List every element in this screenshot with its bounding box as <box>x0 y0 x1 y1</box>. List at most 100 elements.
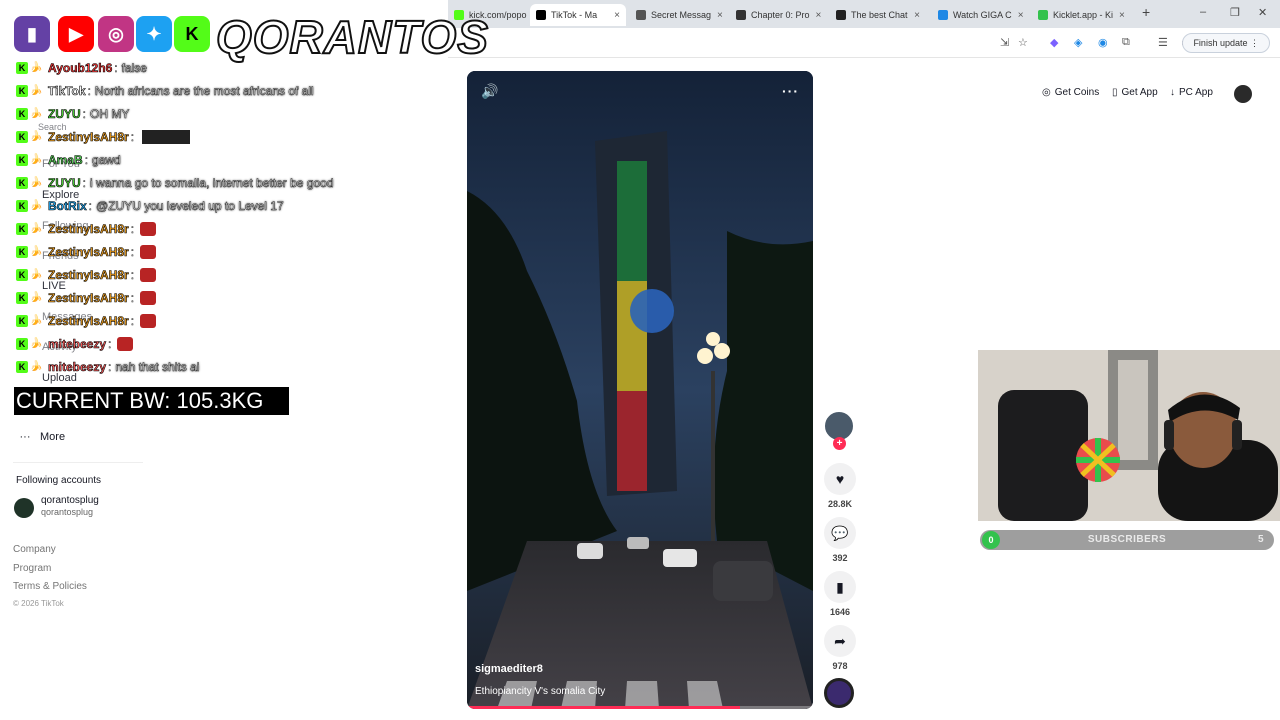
webcam-image <box>978 350 1280 521</box>
tab-favicon-icon <box>1038 10 1048 20</box>
chat-username: Ayoub12h6 <box>48 61 113 76</box>
tab-favicon-icon <box>938 10 948 20</box>
kick-badge-icon: K <box>16 292 28 304</box>
reading-list-icon[interactable]: ☰ <box>1158 36 1168 49</box>
volume-icon[interactable]: 🔊 <box>481 83 498 100</box>
browser-tab[interactable]: Secret Messag × <box>630 4 726 26</box>
comment-action[interactable]: 💬 392 <box>824 517 856 563</box>
extension-icon[interactable]: ◆ <box>1050 36 1058 49</box>
browser-toolbar: ⇲ ☆ ◆ ◈ ◉ ⧉ ☰ Finish update ⋮ <box>448 28 1280 58</box>
finish-update-label: Finish update <box>1193 38 1248 48</box>
comment-icon[interactable]: 💬 <box>824 517 856 549</box>
chat-separator: : <box>130 245 135 260</box>
tab-close-icon[interactable]: × <box>608 10 620 21</box>
like-action[interactable]: ♥ 28.8K <box>824 463 856 509</box>
divider <box>13 462 143 463</box>
tab-favicon-icon <box>536 10 546 20</box>
get-coins-button[interactable]: ◎ Get Coins <box>1042 87 1099 98</box>
emote-icon <box>140 268 157 282</box>
video-player[interactable]: 🔊 ··· sigmaediter8 Ethiopiancity V's som… <box>467 71 813 709</box>
kick-badge-icon: K <box>16 200 28 212</box>
tab-close-icon[interactable]: × <box>1012 10 1024 21</box>
emote-icon <box>140 245 157 259</box>
tab-label: Watch GIGA C <box>953 10 1012 20</box>
browser-tab[interactable]: The best Chat × <box>830 4 926 26</box>
save-action[interactable]: ▮ 1646 <box>824 571 856 617</box>
extension-icon[interactable]: ◈ <box>1074 36 1082 49</box>
chat-separator: : <box>108 337 112 352</box>
footer-link-terms[interactable]: Terms & Policies <box>13 581 87 592</box>
get-app-button[interactable]: ▯ Get App <box>1112 87 1158 98</box>
close-window-icon[interactable]: ✕ <box>1258 6 1267 19</box>
bookmark-star-icon[interactable]: ☆ <box>1018 36 1028 49</box>
video-frame-image <box>467 71 813 709</box>
kick-badge-icon: K <box>16 361 28 373</box>
bodyweight-overlay: CURRENT BW: 105.3KG <box>14 387 289 415</box>
emote-icon: 🍌 <box>30 177 43 188</box>
footer-link-program[interactable]: Program <box>13 563 51 574</box>
sidebar-item-more[interactable]: ··· More <box>18 431 66 443</box>
save-count: 1646 <box>829 607 851 617</box>
chat-message-text: @ZUYU you leveled up to Level 17 <box>96 199 284 214</box>
video-progress-bar[interactable] <box>467 706 813 709</box>
footer-link-company[interactable]: Company <box>13 544 56 555</box>
tab-close-icon[interactable]: × <box>527 10 528 21</box>
emote-icon: 🍌 <box>30 223 43 234</box>
tab-close-icon[interactable]: × <box>1113 10 1125 21</box>
emote-icon: 🍌 <box>30 108 43 119</box>
extension-icon[interactable]: ◉ <box>1098 36 1108 49</box>
chat-message: K 🍌 ZestinyIsAH8r: <box>16 288 157 308</box>
install-app-icon[interactable]: ⇲ <box>1000 36 1009 49</box>
video-author[interactable]: sigmaediter8 <box>475 663 543 675</box>
get-coins-label: Get Coins <box>1054 87 1100 98</box>
emote-icon <box>117 337 134 351</box>
chat-separator: : <box>108 360 112 375</box>
tab-label: Secret Messag <box>651 10 712 20</box>
tab-favicon-icon <box>836 10 846 20</box>
chat-username: BotRix <box>48 199 87 214</box>
emote-icon: 🍌 <box>30 292 43 303</box>
comment-count: 392 <box>832 553 848 563</box>
follow-plus-icon[interactable]: + <box>833 437 846 450</box>
coin-icon: ◎ <box>1042 87 1051 98</box>
chat-separator: : <box>130 130 135 145</box>
heart-icon[interactable]: ♥ <box>824 463 856 495</box>
finish-update-button[interactable]: Finish update ⋮ <box>1182 33 1270 53</box>
bookmark-icon[interactable]: ▮ <box>824 571 856 603</box>
youtube-icon: ▶ <box>58 16 94 52</box>
kick-badge-icon: K <box>16 246 28 258</box>
chat-username: ZestinyIsAH8r <box>48 314 129 329</box>
emote-icon: 🍌 <box>30 85 43 96</box>
more-options-icon[interactable]: ··· <box>782 83 799 99</box>
browser-tab[interactable]: Watch GIGA C × <box>932 4 1028 26</box>
emote-icon: 🍌 <box>30 62 43 73</box>
tab-close-icon[interactable]: × <box>908 10 920 21</box>
pc-app-button[interactable]: ↓ PC App <box>1170 87 1213 98</box>
share-action[interactable]: ➦ 978 <box>824 625 856 671</box>
emote-icon: 🍌 <box>30 315 43 326</box>
chat-message: K 🍌 ZUYU: i wanna go to somalia, internet b… <box>16 173 334 193</box>
share-arrow-icon[interactable]: ➦ <box>824 625 856 657</box>
chat-username: AmaB <box>48 153 83 168</box>
profile-avatar[interactable] <box>1234 85 1252 103</box>
tab-close-icon[interactable]: × <box>711 10 723 21</box>
chat-username: ZestinyIsAH8r <box>48 130 129 145</box>
account-name: qorantosplug <box>41 495 99 506</box>
pc-app-label: PC App <box>1179 87 1213 98</box>
extensions-puzzle-icon[interactable]: ⧉ <box>1122 36 1130 49</box>
music-disc-icon[interactable] <box>824 678 854 708</box>
browser-tab[interactable]: Kicklet.app - Ki × <box>1032 4 1128 26</box>
chat-image <box>142 130 191 144</box>
chat-message: K 🍌 mitebeezy: <box>16 334 134 354</box>
kick-badge-icon: K <box>16 85 28 97</box>
tab-close-icon[interactable]: × <box>810 10 822 21</box>
new-tab-button[interactable]: + <box>1142 4 1150 20</box>
following-account-item[interactable]: qorantosplug qorantosplug <box>14 495 134 520</box>
restore-icon[interactable]: ❐ <box>1230 6 1240 19</box>
chat-separator: : <box>114 61 118 76</box>
phone-icon: ▯ <box>1112 87 1118 98</box>
browser-tab[interactable]: Chapter 0: Pro × <box>730 4 826 26</box>
browser-tab[interactable]: TikTok - Ma × <box>530 4 626 26</box>
minimize-icon[interactable]: – <box>1200 6 1206 18</box>
chat-message: K 🍌 ZestinyIsAH8r: <box>16 311 157 331</box>
